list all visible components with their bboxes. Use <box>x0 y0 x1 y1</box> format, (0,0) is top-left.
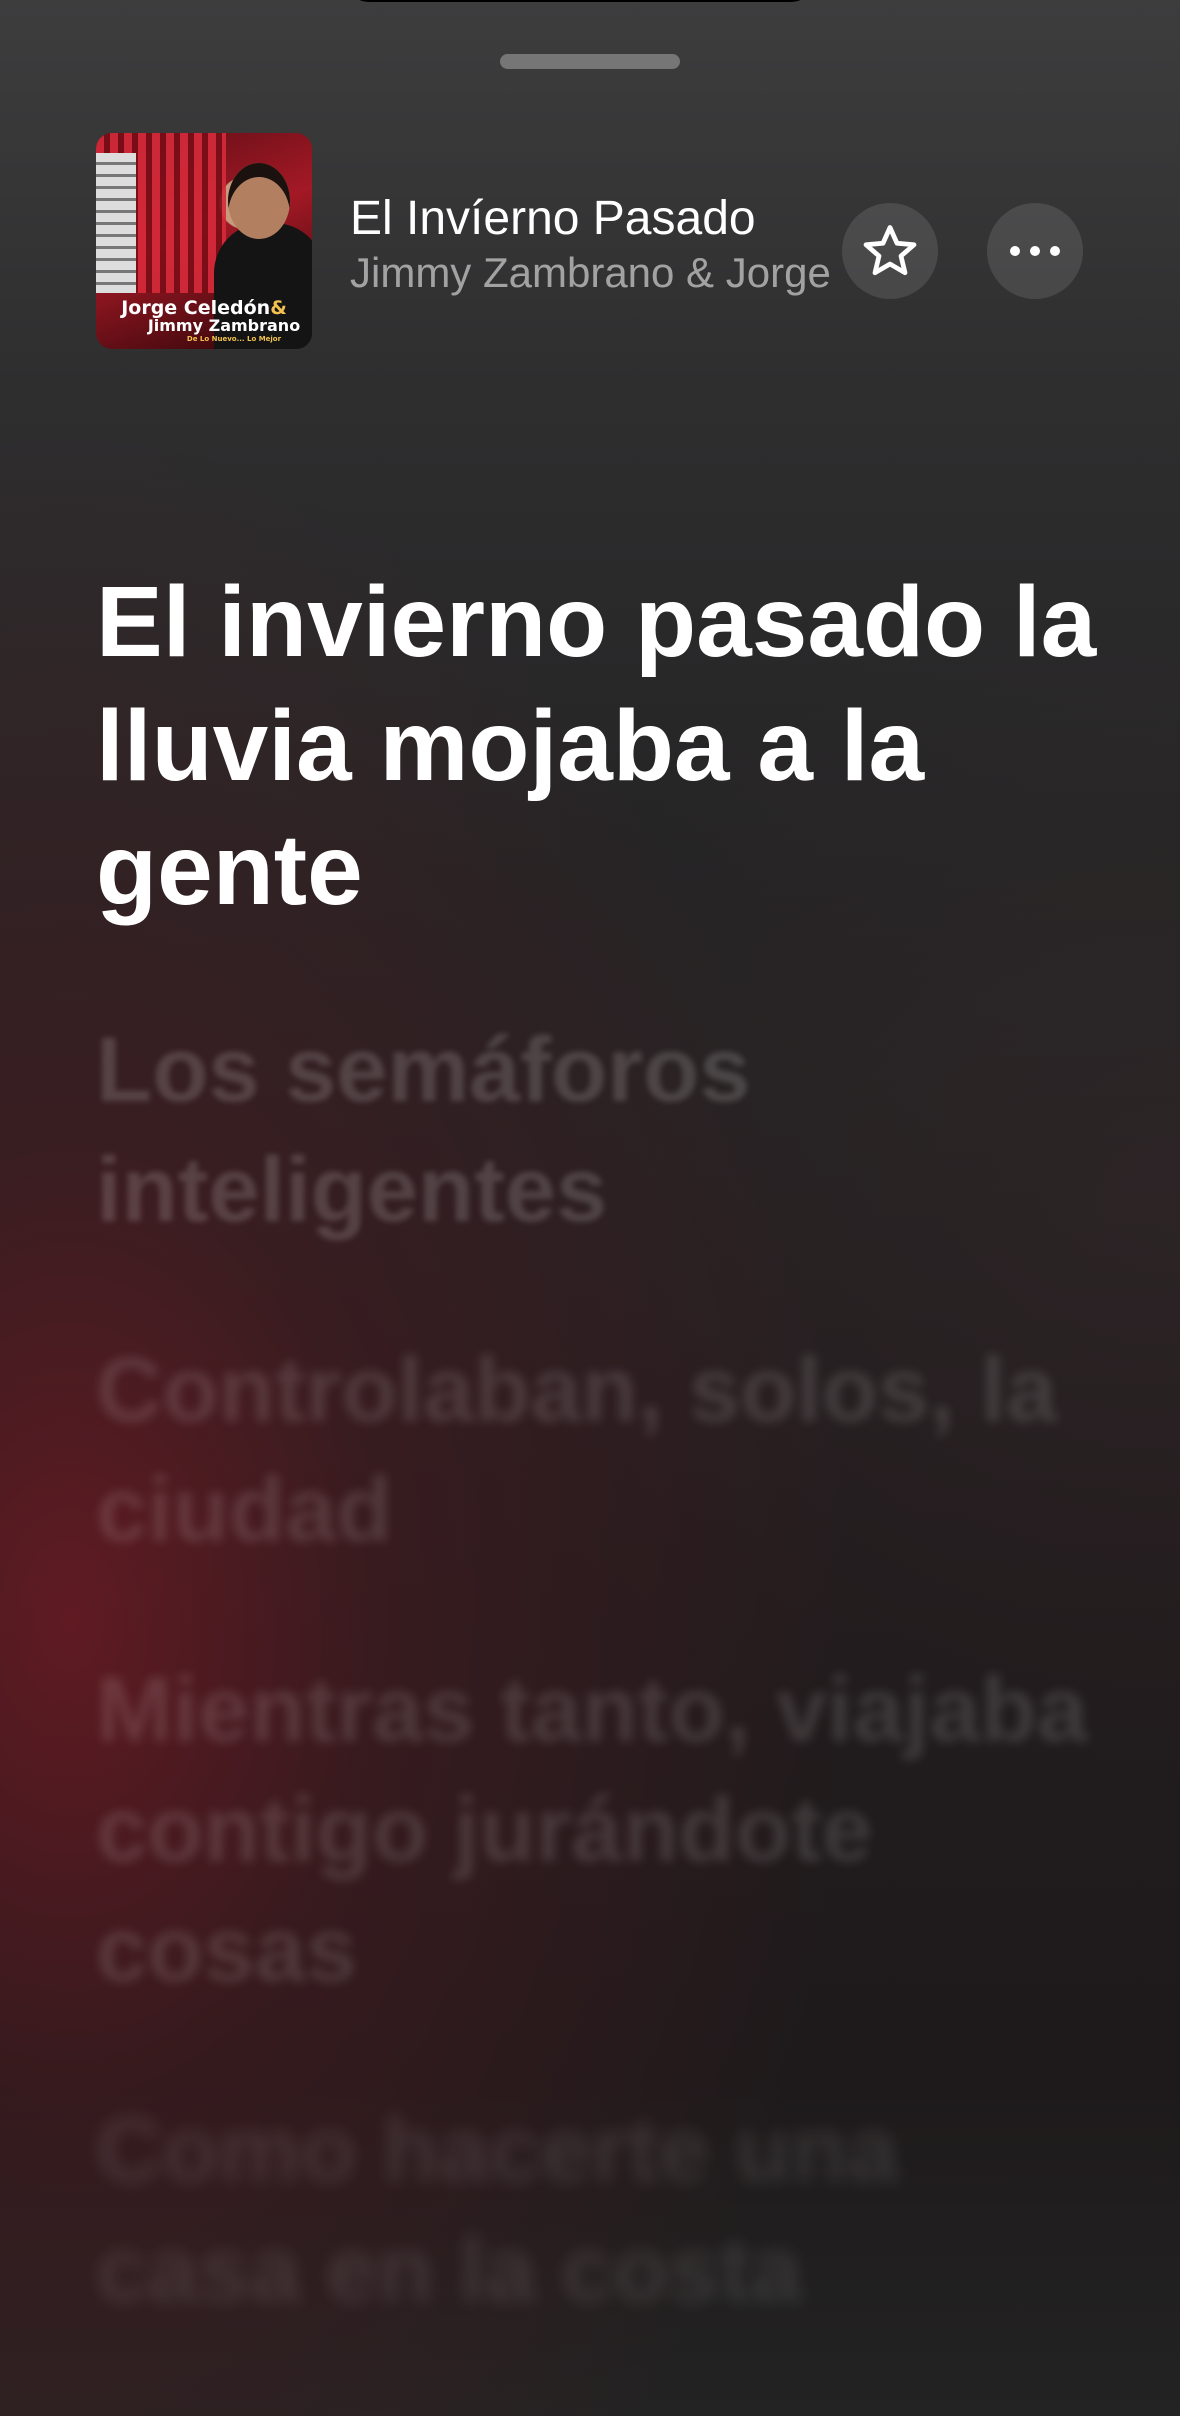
track-artist: Jimmy Zambrano & Jorge Celedón <box>350 248 830 296</box>
star-icon <box>863 225 917 276</box>
device-notch <box>340 0 820 2</box>
lyric-line[interactable]: Controlaban, solos, la ciudad <box>96 1330 1106 1570</box>
upcoming-lyrics: Los semáforos inteligentes Controlaban, … <box>96 1010 1106 2410</box>
artwork-text: Jorge Celedón& Jimmy Zambrano De Lo Nuev… <box>96 299 312 343</box>
artwork-person-head <box>228 163 290 239</box>
artwork-text-line2: Jimmy Zambrano <box>147 316 301 335</box>
lyric-line[interactable]: Mientras tanto, viajaba contigo jurándot… <box>96 1650 1106 2010</box>
current-lyric-line[interactable]: El invierno pasado la lluvia mojaba a la… <box>96 560 1106 932</box>
favorite-button[interactable] <box>842 203 938 299</box>
sheet-grabber[interactable] <box>500 54 680 69</box>
lyric-line[interactable]: Como hacerte una casa en la costa <box>96 2090 1106 2330</box>
lyric-line[interactable]: Los semáforos inteligentes <box>96 1010 1106 1250</box>
lyrics-screen: Jorge Celedón& Jimmy Zambrano De Lo Nuev… <box>0 0 1180 2416</box>
more-options-button[interactable] <box>987 203 1083 299</box>
now-playing-header: Jorge Celedón& Jimmy Zambrano De Lo Nuev… <box>96 133 1096 349</box>
ellipsis-icon <box>1010 246 1060 256</box>
album-artwork[interactable]: Jorge Celedón& Jimmy Zambrano De Lo Nuev… <box>96 133 312 349</box>
artwork-text-line3: De Lo Nuevo... Lo Mejor <box>186 335 282 343</box>
artwork-accordion-keys <box>96 153 136 293</box>
